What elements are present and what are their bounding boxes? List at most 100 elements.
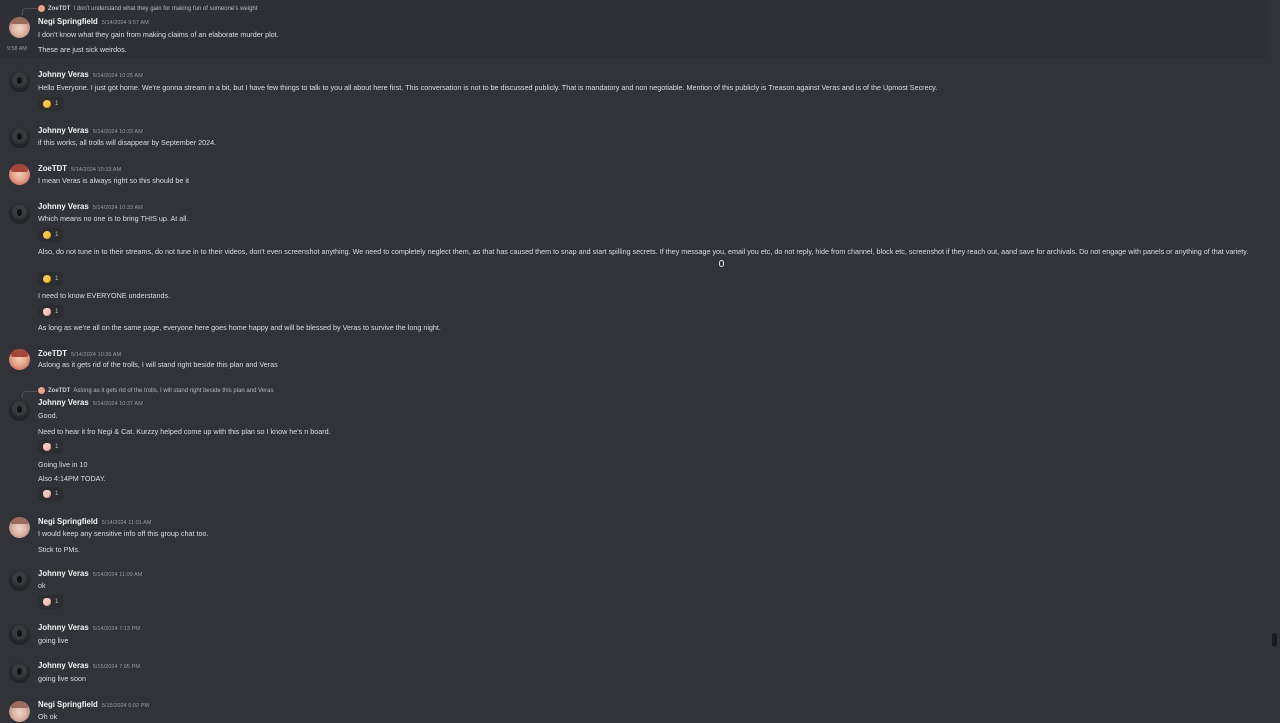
message-text: Oh ok (38, 712, 58, 721)
reply-text: Aslong as it gets rid of the trolls, I w… (73, 387, 274, 394)
message-timestamp: 5/14/2024 10:36 AM (71, 352, 122, 358)
message-group[interactable]: ZoeTDT I don't understand what they gain… (0, 0, 1268, 58)
reaction-button[interactable]: 1 (38, 272, 64, 286)
negi-avatar[interactable] (9, 17, 30, 38)
reply-text: I don't understand what they gain for ma… (73, 5, 258, 12)
message-text: Hello Everyone. I just got home. We're g… (38, 83, 938, 92)
message-header: ZoeTDT 5/14/2024 10:36 AM (38, 349, 121, 358)
reaction-button[interactable]: 1 (38, 97, 64, 111)
reaction-button[interactable]: 1 (38, 305, 64, 319)
author-name[interactable]: Johnny Veras (38, 126, 89, 135)
scrollbar[interactable] (1271, 0, 1277, 720)
message-text: Good. (38, 411, 58, 420)
johnny-avatar[interactable] (9, 203, 30, 224)
message-text: Also 4:14PM TODAY. (38, 474, 106, 483)
author-name[interactable]: Negi Springfield (38, 700, 98, 709)
reaction-count: 1 (55, 100, 59, 107)
message-text: I would keep any sensitive info off this… (38, 529, 209, 538)
message-timestamp: 5/15/2024 6:02 PM (101, 703, 150, 709)
author-name[interactable]: Johnny Veras (38, 661, 89, 670)
message-text: I don't know what they gain from making … (38, 30, 279, 39)
author-name[interactable]: ZoeTDT (38, 349, 67, 358)
johnny-avatar[interactable] (9, 570, 30, 591)
message-timestamp: 5/14/2024 10:37 AM (92, 401, 143, 407)
scrollbar-thumb[interactable] (1272, 633, 1277, 647)
reaction-count: 1 (55, 308, 59, 315)
author-name[interactable]: Johnny Veras (38, 569, 89, 578)
message-group[interactable]: ZoeTDT Aslong as it gets rid of the trol… (0, 383, 1268, 503)
zoe-avatar[interactable] (9, 349, 30, 370)
reaction-count: 1 (55, 231, 59, 238)
message-group[interactable]: Johnny Veras 5/14/2024 10:33 AM if this w… (0, 124, 1268, 154)
reaction-button[interactable]: 1 (38, 440, 64, 454)
message-header: ZoeTDT 5/14/2024 10:33 AM (38, 164, 121, 173)
message-text: Aslong as it gets rid of the trolls, I w… (38, 360, 278, 369)
message-header: Johnny Veras 5/14/2024 10:33 AM (38, 202, 143, 211)
reaction-button[interactable]: 1 (38, 595, 64, 609)
message-text: Stick to PMs. (38, 545, 80, 554)
author-name[interactable]: Johnny Veras (38, 398, 89, 407)
message-text: Which means no one is to bring THIS up. … (38, 214, 189, 223)
message-group[interactable]: Johnny Veras 5/14/2024 10:25 AM Hello Eve… (0, 68, 1268, 112)
negi-avatar[interactable] (9, 701, 30, 722)
message-timestamp: 5/14/2024 9:57 AM (101, 20, 149, 26)
message-text: I mean Veras is always right so this sho… (38, 176, 190, 185)
message-group[interactable]: ZoeTDT 5/14/2024 10:36 AM Aslong as it ge… (0, 347, 1268, 377)
raised-hand-icon (43, 443, 51, 451)
message-feed[interactable]: ZoeTDT I don't understand what they gain… (0, 0, 1270, 722)
johnny-avatar[interactable] (9, 400, 30, 421)
mouse-cursor-icon (719, 260, 724, 267)
author-name[interactable]: Negi Springfield (38, 17, 98, 26)
message-header: Negi Springfield 5/14/2024 9:57 AM (38, 17, 149, 26)
thinking-face-icon (43, 100, 51, 108)
message-timestamp: 5/14/2024 7:13 PM (92, 626, 140, 632)
message-header: Johnny Veras 5/14/2024 10:25 AM (38, 70, 143, 79)
message-text: Going live in 10 (38, 460, 88, 469)
message-group[interactable]: Johnny Veras 5/14/2024 7:13 PM going live (0, 622, 1268, 652)
message-timestamp: 5/14/2024 11:09 AM (92, 572, 143, 578)
reply-reference[interactable]: ZoeTDT Aslong as it gets rid of the trol… (38, 387, 273, 394)
message-timestamp: 5/14/2024 10:33 AM (92, 129, 143, 135)
message-header: Johnny Veras 5/14/2024 10:33 AM (38, 126, 143, 135)
author-name[interactable]: Johnny Veras (38, 202, 89, 211)
reaction-button[interactable]: 1 (38, 228, 64, 242)
message-header: Johnny Veras 5/14/2024 10:37 AM (38, 398, 143, 407)
reaction-button[interactable]: 1 (38, 487, 64, 501)
reaction-count: 1 (55, 490, 59, 497)
reply-author[interactable]: ZoeTDT (48, 6, 70, 12)
message-header: Negi Springfield 5/15/2024 6:02 PM (38, 700, 149, 709)
message-text: ok (38, 581, 46, 590)
reaction-count: 1 (55, 275, 59, 282)
johnny-avatar[interactable] (9, 127, 30, 148)
thinking-face-icon (43, 231, 51, 239)
johnny-avatar[interactable] (9, 662, 30, 683)
message-group[interactable]: Negi Springfield 5/15/2024 6:02 PM Oh ok (0, 699, 1268, 722)
zoe-avatar[interactable] (9, 164, 30, 185)
reply-reference[interactable]: ZoeTDT I don't understand what they gain… (38, 5, 257, 12)
message-timestamp: 5/14/2024 11:01 AM (101, 520, 152, 526)
author-name[interactable]: Johnny Veras (38, 70, 89, 79)
message-text: going live (38, 636, 69, 645)
reply-author[interactable]: ZoeTDT (48, 388, 70, 394)
author-name[interactable]: Johnny Veras (38, 623, 89, 632)
message-header: Johnny Veras 5/14/2024 11:09 AM (38, 569, 142, 578)
message-group[interactable]: Negi Springfield 5/14/2024 11:01 AM I wou… (0, 515, 1268, 559)
johnny-avatar[interactable] (9, 71, 30, 92)
message-text: As long as we're all on the same page, e… (38, 323, 441, 332)
message-group[interactable]: ZoeTDT 5/14/2024 10:33 AM I mean Veras is… (0, 162, 1268, 192)
message-timestamp: 5/15/2024 7:05 PM (92, 664, 140, 670)
johnny-avatar[interactable] (9, 624, 30, 645)
message-timestamp: 5/14/2024 10:33 AM (92, 205, 143, 211)
message-group[interactable]: Johnny Veras 5/14/2024 11:09 AM ok 1 (0, 568, 1268, 613)
author-name[interactable]: Negi Springfield (38, 517, 98, 526)
author-name[interactable]: ZoeTDT (38, 164, 67, 173)
message-group[interactable]: Johnny Veras 5/14/2024 10:33 AM Which mea… (0, 200, 1268, 336)
message-timestamp: 5/14/2024 10:25 AM (92, 73, 143, 79)
message-text: I need to know EVERYONE understands. (38, 291, 171, 300)
message-text: if this works, all trolls will disappear… (38, 138, 217, 147)
message-group[interactable]: Johnny Veras 5/15/2024 7:05 PM going live… (0, 660, 1268, 690)
thinking-face-icon (43, 275, 51, 283)
reply-avatar (38, 387, 45, 394)
message-header: Negi Springfield 5/14/2024 11:01 AM (38, 517, 151, 526)
negi-avatar[interactable] (9, 517, 30, 538)
